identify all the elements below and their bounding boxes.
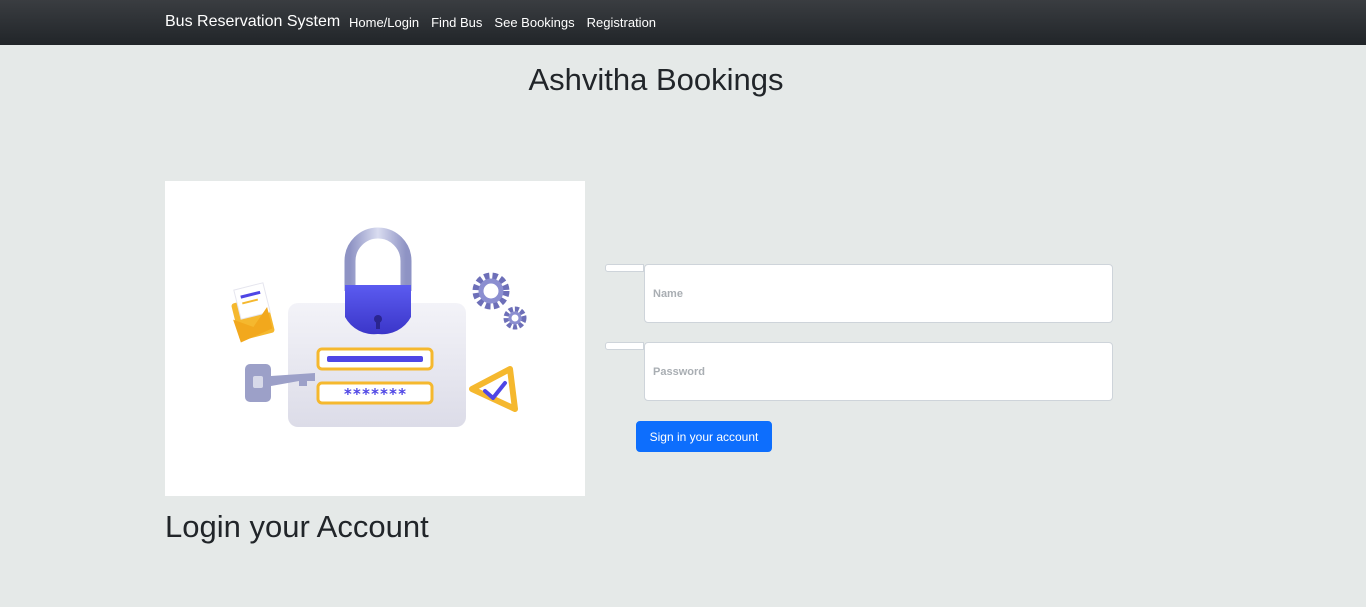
- password-field-addon: [605, 342, 644, 350]
- password-mask: *******: [343, 385, 406, 403]
- password-input[interactable]: [644, 342, 1113, 401]
- envelope-icon: [231, 282, 275, 343]
- navbar: Bus Reservation System Home/Login Find B…: [0, 0, 1366, 45]
- name-input[interactable]: [644, 264, 1113, 323]
- navbar-brand[interactable]: Bus Reservation System: [165, 13, 340, 31]
- gear-icon: [472, 272, 527, 330]
- check-warning-icon: [469, 366, 518, 412]
- nav-link-find-bus[interactable]: Find Bus: [431, 15, 482, 30]
- name-field-addon: [605, 264, 644, 272]
- nav-link-registration[interactable]: Registration: [587, 15, 656, 30]
- login-heading: Login your Account: [165, 509, 429, 544]
- login-illustration: *******: [165, 181, 585, 496]
- nav-link-see-bookings[interactable]: See Bookings: [494, 15, 574, 30]
- nav-link-home-login[interactable]: Home/Login: [349, 15, 419, 30]
- security-illustration: *******: [231, 227, 527, 427]
- nav-links: Home/Login Find Bus See Bookings Registr…: [349, 15, 656, 30]
- padlock-icon: [344, 227, 412, 335]
- page-title: Ashvitha Bookings: [528, 62, 784, 97]
- sign-in-button[interactable]: Sign in your account: [636, 421, 772, 452]
